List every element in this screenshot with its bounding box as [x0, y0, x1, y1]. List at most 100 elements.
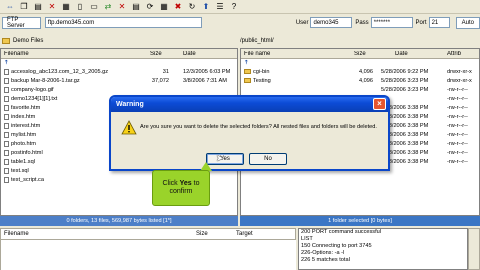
remote-file-attrib: -rw-r--r--	[447, 105, 468, 111]
transfer-queue[interactable]	[0, 240, 296, 270]
rename-icon[interactable]: ▤	[130, 1, 142, 13]
remote-file-row[interactable]: Testing 4,096 5/28/2006 3:23 PM drwxr-xr-x	[241, 77, 479, 86]
warning-icon	[121, 120, 137, 135]
close-icon[interactable]: ×	[373, 98, 386, 110]
log-line: 200 PORT command successful	[301, 229, 382, 235]
remote-header-date[interactable]: Date	[395, 51, 408, 57]
callout-line2: confirm	[169, 188, 193, 195]
remote-path[interactable]: /public_html/	[240, 38, 274, 44]
local-file-date: 12/3/2005 6:03 PM	[183, 69, 231, 75]
folder-icon	[244, 78, 251, 84]
log-scrollbar[interactable]	[468, 228, 480, 270]
properties-icon[interactable]: ▦	[60, 1, 72, 13]
local-file-name-text: interest.htm	[11, 123, 41, 129]
remote-file-size: 4,096	[359, 78, 373, 84]
user-label: User	[295, 19, 309, 26]
remote-status-bar: 1 folder selected [0 bytes]	[240, 216, 480, 226]
remote-file-size: 4,096	[359, 69, 373, 75]
log-line: 150 Connecting to port 3745	[301, 243, 372, 249]
queue-header-size[interactable]: Size	[196, 231, 208, 237]
file-icon	[4, 140, 9, 147]
dialog-title: Warning	[111, 97, 388, 112]
settings-icon[interactable]: ☰	[214, 1, 226, 13]
mkdir-icon[interactable]: ▦	[158, 1, 170, 13]
paste-icon[interactable]: ▤	[32, 1, 44, 13]
view-icon[interactable]: ▭	[88, 1, 100, 13]
connection-bar: FTP Server ftp.demo345.com User demo345 …	[0, 15, 480, 30]
port-label: Port	[415, 19, 427, 26]
local-file-size: 31	[162, 69, 169, 75]
no-button[interactable]: No	[249, 153, 287, 165]
remote-file-row[interactable]: 5/28/2006 3:23 PM -rw-r--r--	[241, 86, 479, 95]
file-icon	[4, 149, 9, 156]
remote-file-attrib: -rw-r--r--	[447, 96, 468, 102]
upload-icon[interactable]: ⬆	[200, 1, 212, 13]
transfer-icon[interactable]: ⇄	[102, 1, 114, 13]
local-file-name: test_script.ca	[4, 176, 144, 185]
host-field[interactable]: ftp.demo345.com	[44, 17, 202, 28]
local-path-bar: Demo Files	[2, 35, 236, 47]
local-file-name-text: mylist.htm	[11, 132, 37, 138]
dialog-message: Are you sure you want to delete the sele…	[140, 124, 377, 130]
refresh-icon[interactable]: ⟳	[144, 1, 156, 13]
file-icon	[4, 176, 9, 183]
disconnect-icon[interactable]: ✖	[172, 1, 184, 13]
ftp-server-button[interactable]: FTP Server	[2, 16, 41, 29]
local-file-row[interactable]: accesslog_abc123.com_12_3_2005.gz 31 12/3/…	[1, 68, 237, 77]
remote-file-attrib: -rw-r--r--	[447, 150, 468, 156]
delete-icon[interactable]: ✕	[46, 1, 58, 13]
local-file-row[interactable]: company-logo.gif	[1, 86, 237, 95]
local-file-name-text: table1.sql	[11, 159, 35, 165]
parent-dir-icon: ⇡	[244, 60, 249, 66]
local-file-name-text: test_script.ca	[11, 177, 44, 183]
local-file-name-text: accesslog_abc123.com_12_3_2005.gz	[11, 69, 109, 75]
local-header-date[interactable]: Date	[183, 51, 196, 57]
file-icon	[4, 104, 9, 111]
file-icon	[4, 86, 9, 93]
warning-dialog: Warning × Are you sure you want to delet…	[109, 95, 390, 171]
folder-icon	[2, 38, 10, 44]
folder-open-icon[interactable]: ⇔	[4, 1, 16, 13]
remote-file-attrib: -rw-r--r--	[447, 132, 468, 138]
help-icon[interactable]: ?	[228, 1, 240, 13]
local-file-row[interactable]: backup Mar-8-2006-1.tar.gz 37,072 3/8/2006…	[1, 77, 237, 86]
file-icon	[4, 113, 9, 120]
queue-header: Filename Size Target	[0, 228, 296, 240]
file-icon	[4, 158, 9, 165]
remote-header-filename[interactable]: File name	[244, 51, 270, 57]
password-field[interactable]: *******	[370, 17, 413, 28]
document-icon[interactable]: ▯	[74, 1, 86, 13]
remote-header-attrib[interactable]: Attrib	[447, 51, 461, 57]
remote-header-size[interactable]: Size	[354, 51, 366, 57]
delete-remote-icon[interactable]: ✕	[116, 1, 128, 13]
local-path[interactable]: Demo Files	[13, 38, 43, 44]
local-file-name-text: favorite.htm	[11, 105, 41, 111]
copy-icon[interactable]: ❐	[18, 1, 30, 13]
remote-file-date: 5/28/2006 3:23 PM	[381, 78, 429, 84]
reconnect-icon[interactable]: ↻	[186, 1, 198, 13]
remote-file-name: cgi-bin	[244, 68, 344, 77]
local-file-row[interactable]: ⇡	[1, 59, 237, 68]
user-field[interactable]: demo345	[310, 17, 353, 28]
port-field[interactable]: 21	[428, 17, 450, 28]
log-line: 226 5 matches total	[301, 257, 350, 263]
local-file-name-text: demo1234[1][1].txt	[11, 96, 58, 102]
local-file-name: backup Mar-8-2006-1.tar.gz	[4, 77, 144, 86]
queue-header-target[interactable]: Target	[236, 231, 253, 237]
parent-dir-icon: ⇡	[4, 60, 9, 66]
remote-file-date: 5/28/2006 9:22 PM	[381, 69, 429, 75]
file-icon	[4, 122, 9, 129]
folder-icon	[244, 69, 251, 75]
auto-button[interactable]: Auto	[455, 16, 480, 29]
local-file-name-text: backup Mar-8-2006-1.tar.gz	[11, 78, 80, 84]
file-icon	[4, 131, 9, 138]
callout-suffix: to	[191, 180, 200, 187]
local-file-name: company-logo.gif	[4, 86, 144, 95]
remote-file-attrib: drwxr-xr-x	[447, 69, 472, 75]
remote-file-row[interactable]: cgi-bin 4,096 5/28/2006 9:22 PM drwxr-xr-x	[241, 68, 479, 77]
remote-file-row[interactable]: ⇡	[241, 59, 479, 68]
queue-header-filename[interactable]: Filename	[4, 231, 29, 237]
local-header-size[interactable]: Size	[150, 51, 162, 57]
callout-prefix: Click	[162, 180, 180, 187]
local-header-filename[interactable]: Filename	[4, 51, 29, 57]
